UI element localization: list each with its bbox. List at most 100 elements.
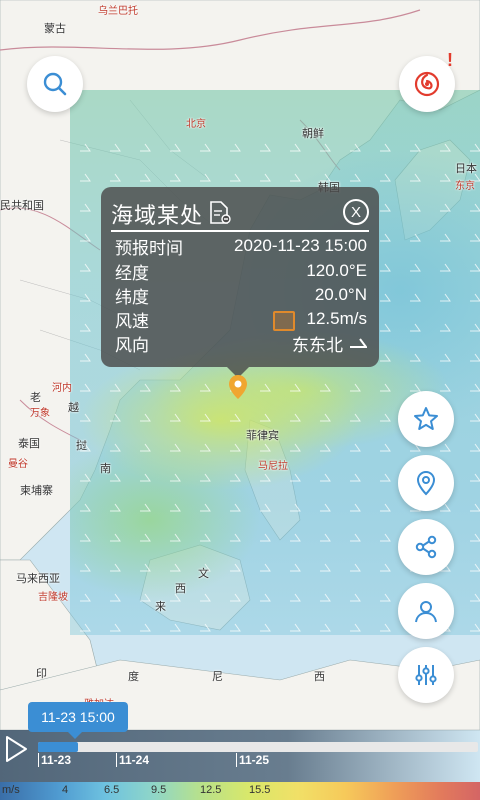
map-label: 马尼拉 — [258, 461, 288, 472]
sliders-icon — [415, 665, 437, 685]
wind-arrow — [80, 503, 91, 512]
wind-arrow — [110, 533, 121, 542]
point-info-popup: 海域某处 X 预报时间 2020-11-23 15:00 经度 120.0°E … — [101, 187, 379, 378]
wind-arrow — [80, 203, 91, 212]
timeline-tick-label: 11-25 — [239, 753, 270, 767]
wind-arrow — [350, 563, 361, 572]
wind-arrow — [170, 473, 181, 482]
layer-settings-button[interactable] — [398, 647, 454, 703]
wind-arrow — [380, 623, 391, 632]
info-value-wrap: 东东北 — [292, 331, 367, 356]
map-label: 东京 — [455, 181, 475, 192]
wind-arrow — [350, 443, 361, 452]
share-button[interactable] — [398, 519, 454, 575]
wind-arrow — [380, 383, 391, 392]
wind-arrow — [230, 533, 241, 542]
map-label: 朝鲜 — [302, 128, 324, 140]
info-row-time: 预报时间 2020-11-23 15:00 — [115, 234, 367, 258]
wind-arrow — [260, 443, 271, 452]
typhoon-icon — [414, 71, 440, 97]
wind-arrow — [410, 203, 421, 212]
timeline-track[interactable] — [38, 742, 478, 752]
wind-arrow — [170, 143, 181, 152]
wind-arrow — [380, 503, 391, 512]
info-row-wind-speed: 风速 12.5m/s — [115, 307, 367, 331]
wind-arrow — [470, 323, 480, 332]
legend-value: 9.5 — [151, 784, 167, 796]
map-label: 泰国 — [18, 438, 40, 450]
wind-arrow — [140, 143, 151, 152]
wind-arrow — [350, 383, 361, 392]
wind-arrow — [80, 593, 91, 602]
play-button[interactable] — [4, 735, 28, 763]
wind-arrow — [290, 143, 301, 152]
map-label: 度 — [128, 671, 139, 683]
info-value: 120.0°E — [306, 261, 367, 280]
legend-value: 15.5 — [249, 784, 271, 796]
wind-arrow — [470, 533, 480, 542]
popup-title: 海域某处 — [111, 203, 204, 228]
map-label: 尼 — [212, 671, 223, 683]
info-label: 风速 — [115, 311, 149, 331]
document-icon[interactable] — [209, 201, 231, 225]
wind-arrow — [380, 563, 391, 572]
wind-arrow — [290, 593, 301, 602]
wind-arrow — [380, 173, 391, 182]
legend-unit: m/s — [2, 784, 20, 796]
wind-arrow — [260, 473, 271, 482]
wind-arrow — [200, 473, 211, 482]
wind-speed-color-swatch — [273, 311, 295, 331]
wind-arrow — [440, 293, 451, 302]
popup-divider — [111, 230, 369, 232]
wind-arrow — [410, 233, 421, 242]
wind-arrow — [110, 383, 121, 392]
timeline-tick — [116, 753, 117, 767]
wind-arrow — [380, 293, 391, 302]
info-label: 预报时间 — [115, 238, 183, 258]
wind-arrow — [440, 173, 451, 182]
typhoon-button[interactable]: ! — [399, 50, 455, 112]
map-label: 老 — [30, 392, 41, 404]
wind-arrow — [80, 413, 91, 422]
search-button[interactable] — [27, 56, 83, 112]
wind-arrow — [230, 593, 241, 602]
map-label: 印 — [36, 668, 47, 680]
wind-arrow — [410, 143, 421, 152]
wind-arrow — [410, 383, 421, 392]
wind-arrow — [440, 233, 451, 242]
wind-arrow — [440, 383, 451, 392]
map-label: 西 — [175, 583, 186, 595]
favorite-button[interactable] — [398, 391, 454, 447]
map-label: 日本 — [455, 163, 477, 175]
wind-arrow — [140, 503, 151, 512]
wind-arrow — [290, 443, 301, 452]
wind-arrow — [110, 413, 121, 422]
wind-arrow — [260, 503, 271, 512]
share-icon — [415, 535, 437, 559]
timeline-tick — [38, 753, 39, 767]
wind-arrow — [470, 593, 480, 602]
wind-arrow — [230, 623, 241, 632]
close-button[interactable]: X — [343, 199, 369, 225]
wind-arrow — [380, 233, 391, 242]
user-button[interactable] — [398, 583, 454, 639]
info-label: 纬度 — [115, 287, 149, 307]
wind-arrow — [260, 383, 271, 392]
wind-arrow — [230, 473, 241, 482]
wind-arrow — [350, 473, 361, 482]
map-label: 挝 — [76, 440, 87, 452]
wind-arrow — [320, 473, 331, 482]
map-label: 来 — [155, 601, 166, 613]
wind-arrow — [470, 503, 480, 512]
wind-arrow — [320, 593, 331, 602]
wind-arrow — [410, 173, 421, 182]
wind-arrow — [170, 533, 181, 542]
wind-arrow — [80, 323, 91, 332]
timeline-progress[interactable] — [38, 742, 78, 752]
location-marker-icon[interactable] — [228, 374, 248, 400]
wind-arrow — [200, 443, 211, 452]
wind-arrow — [440, 143, 451, 152]
wind-arrow — [440, 203, 451, 212]
map-label: 南 — [100, 463, 111, 475]
location-button[interactable] — [398, 455, 454, 511]
